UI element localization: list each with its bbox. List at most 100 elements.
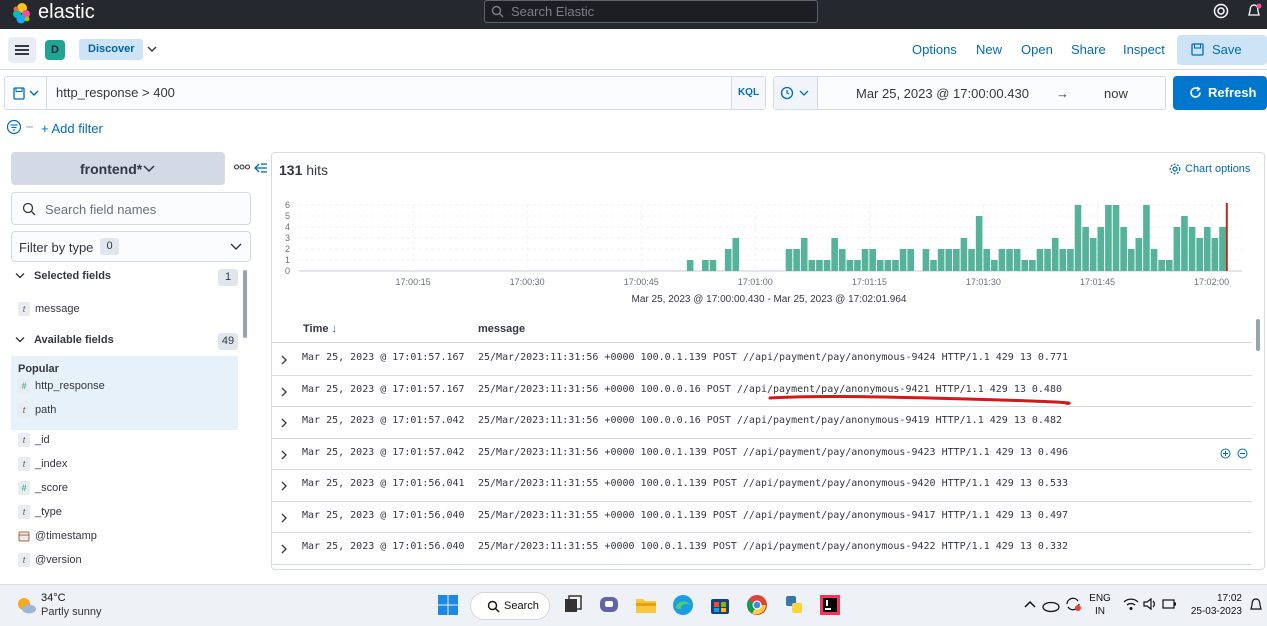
sidebar-scrollbar[interactable]: [243, 270, 247, 338]
histogram-bar: [1097, 227, 1105, 271]
table-row[interactable]: Mar 25, 2023 @ 17:01:57.042 25/Mar/2023:1…: [272, 407, 1252, 439]
system-clock[interactable]: 17:02 25-03-2023: [1190, 592, 1242, 618]
chevron-down-icon: [143, 165, 155, 173]
histogram-bar: [1074, 205, 1082, 271]
field-search-placeholder: Search field names: [45, 202, 157, 217]
table-row[interactable]: Mar 25, 2023 @ 17:01:57.042 25/Mar/2023:1…: [272, 439, 1252, 470]
row-timestamp: Mar 25, 2023 @ 17:01:56.041: [302, 478, 465, 489]
notification-center-icon[interactable]: [1249, 597, 1263, 613]
chevron-down-icon[interactable]: [146, 43, 158, 55]
taskbar-search-button[interactable]: Search: [470, 592, 550, 620]
x-tick-label: 17:00:30: [510, 277, 545, 287]
expand-chevron-icon[interactable]: [280, 513, 288, 523]
file-explorer-icon[interactable]: [634, 593, 658, 617]
message-column-header[interactable]: message: [478, 323, 525, 335]
share-link[interactable]: Share: [1071, 42, 1106, 57]
store-icon[interactable]: [708, 593, 732, 617]
weather-icon[interactable]: [15, 594, 37, 616]
save-button[interactable]: Save: [1177, 35, 1267, 65]
histogram-bar: [1089, 238, 1097, 271]
query-input[interactable]: http_response > 400: [56, 85, 175, 100]
filter-options-icon[interactable]: [6, 119, 36, 137]
edge-browser-icon[interactable]: [671, 593, 695, 617]
row-timestamp: Mar 25, 2023 @ 17:01:57.042: [302, 415, 465, 426]
field-search-input[interactable]: Search field names: [11, 192, 251, 225]
histogram-bar: [800, 238, 808, 271]
number-type-icon: #: [18, 379, 30, 393]
battery-icon[interactable]: [1161, 597, 1177, 611]
save-label: Save: [1212, 42, 1242, 57]
string-type-icon: t: [18, 505, 30, 519]
expand-chevron-icon[interactable]: [280, 387, 288, 397]
open-link[interactable]: Open: [1021, 42, 1053, 57]
notifications-icon[interactable]: [1246, 3, 1262, 19]
selected-count-badge: 1: [218, 269, 238, 286]
expand-chevron-icon[interactable]: [280, 481, 288, 491]
global-search-input[interactable]: Search Elastic: [484, 0, 818, 23]
available-fields-header[interactable]: Available fields 49: [13, 333, 241, 350]
expand-chevron-icon[interactable]: [280, 355, 288, 365]
space-avatar[interactable]: D: [45, 40, 65, 60]
menu-button[interactable]: [8, 37, 36, 63]
expand-chevron-icon[interactable]: [280, 418, 288, 428]
add-filter-button[interactable]: + Add filter: [41, 121, 103, 136]
more-options-icon[interactable]: [234, 164, 250, 170]
intellij-icon[interactable]: [818, 593, 842, 617]
sort-down-icon[interactable]: ↓: [332, 323, 338, 335]
table-row[interactable]: Mar 25, 2023 @ 17:01:57.167 25/Mar/2023:1…: [272, 376, 1252, 407]
sync-icon[interactable]: [1064, 595, 1082, 613]
field-name: _index: [35, 458, 68, 470]
histogram-bar: [968, 249, 975, 271]
collapse-sidebar-icon[interactable]: [254, 162, 268, 174]
index-pattern-selector[interactable]: frontend*: [11, 152, 225, 185]
saved-query-button[interactable]: [5, 77, 47, 109]
options-link[interactable]: Options: [912, 42, 957, 57]
breadcrumb[interactable]: Discover: [79, 39, 144, 60]
table-row[interactable]: Mar 25, 2023 @ 17:01:56.041 25/Mar/2023:1…: [272, 470, 1252, 502]
table-scrollbar[interactable]: [1256, 319, 1260, 351]
refresh-button[interactable]: Refresh: [1173, 76, 1267, 110]
filter-for-value-icon[interactable]: [1220, 448, 1231, 459]
python-icon[interactable]: [782, 593, 806, 617]
histogram-bar: [1211, 238, 1219, 271]
filter-by-type-dropdown[interactable]: Filter by type 0: [11, 231, 251, 262]
start-date[interactable]: Mar 25, 2023 @ 17:00:00.430: [856, 86, 1029, 101]
help-icon[interactable]: [1213, 3, 1229, 19]
search-icon: [491, 5, 504, 18]
expand-chevron-icon[interactable]: [280, 450, 288, 460]
clock-icon: [780, 86, 809, 100]
save-icon: [1191, 43, 1204, 56]
histogram-bar: [1143, 205, 1150, 271]
end-date[interactable]: now: [1104, 86, 1128, 101]
onedrive-icon[interactable]: [1042, 597, 1060, 613]
chevron-up-icon[interactable]: [1022, 597, 1038, 613]
volume-icon[interactable]: [1142, 597, 1158, 611]
histogram-bar: [732, 238, 740, 271]
kql-toggle[interactable]: KQL: [731, 77, 765, 109]
expand-chevron-icon[interactable]: [280, 544, 288, 554]
table-row[interactable]: Mar 25, 2023 @ 17:01:56.040 25/Mar/2023:1…: [272, 533, 1252, 565]
wifi-icon[interactable]: [1123, 597, 1139, 611]
quick-menu-button[interactable]: [774, 77, 818, 109]
arrow-right-icon: →: [1056, 86, 1069, 101]
table-row[interactable]: Mar 25, 2023 @ 17:01:56.040 25/Mar/2023:1…: [272, 502, 1252, 533]
task-view-icon[interactable]: [561, 593, 585, 617]
string-type-icon: t: [18, 457, 30, 471]
histogram-bar: [884, 260, 892, 271]
filter-out-value-icon[interactable]: [1237, 448, 1248, 459]
new-link[interactable]: New: [976, 42, 1002, 57]
histogram-bar: [1082, 227, 1089, 271]
histogram-bar: [953, 249, 960, 271]
string-type-icon: t: [18, 553, 30, 567]
language-indicator[interactable]: ENG IN: [1089, 592, 1111, 618]
chrome-icon[interactable]: [745, 593, 769, 617]
time-picker: Mar 25, 2023 @ 17:00:00.430 → now: [773, 76, 1166, 110]
teams-chat-icon[interactable]: [597, 593, 621, 617]
windows-start-icon[interactable]: [436, 593, 460, 617]
selected-fields-header[interactable]: Selected fields 1: [13, 269, 241, 286]
elastic-logo-icon[interactable]: [12, 2, 32, 24]
histogram-bar: [998, 249, 1006, 271]
inspect-link[interactable]: Inspect: [1123, 42, 1165, 57]
time-column-header[interactable]: Time ↓: [303, 323, 337, 335]
table-row[interactable]: Mar 25, 2023 @ 17:01:57.167 25/Mar/2023:1…: [272, 344, 1252, 376]
